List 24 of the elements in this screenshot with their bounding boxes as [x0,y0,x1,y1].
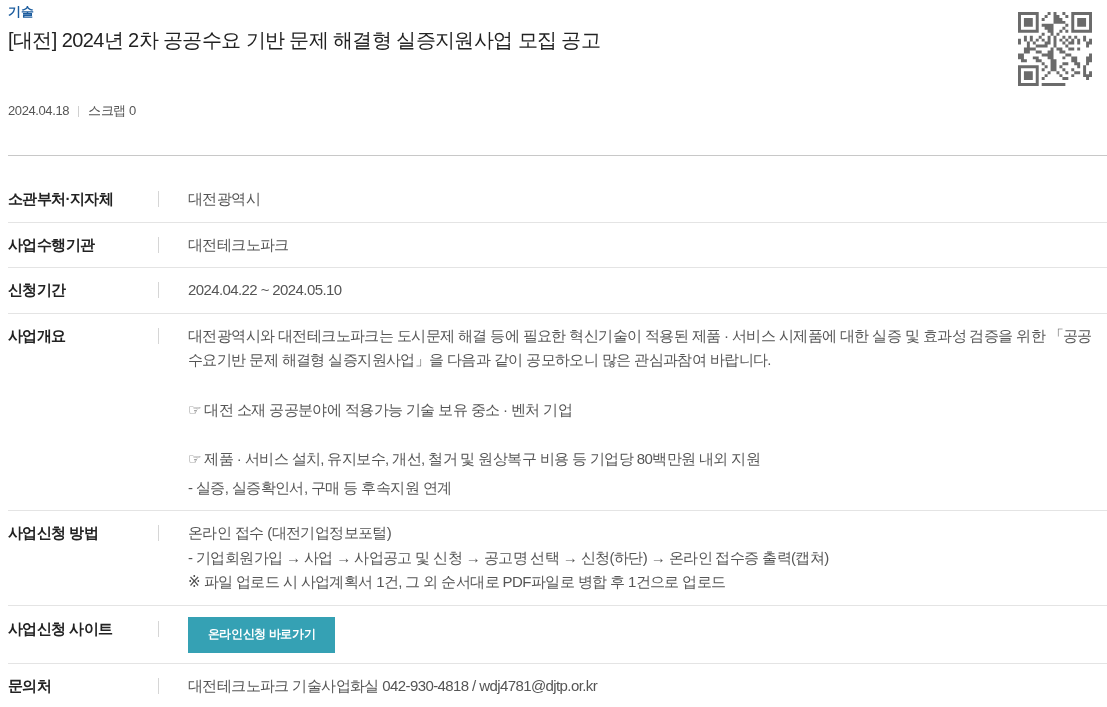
category-label: 기술 [8,4,34,20]
field-label: 사업개요 [8,325,67,346]
field-label: 문의처 [8,675,53,696]
field-label: 사업신청 방법 [8,523,99,543]
field-label: 소관부처·지자체 [8,189,115,209]
field-value: 대전광역시와 대전테크노파크는 도시문제 해결 등에 필요한 혁신기술이 적용된 제품 · 서비스 시제품에 대한 실증 및 효과성 검증을 위한 「공공수요기반 문제 해결형 실증지원사업」을 다음과 같이 공모하오니 많은 관심과참여 바랍니다. [188,325,1093,370]
field-value: - 기업회원가입 → 사업 → 사업공고 및 신청 → 공고명 선택 → 신청(하단) → 온라인 접수증 출력(캡쳐) [188,547,830,568]
field-value: ☞ 대전 소재 공공분야에 적용가능 기술 보유 중소 · 벤처 기업 [188,399,574,420]
scrap-count: 스크랩 0 [88,102,136,120]
field-label: 사업수행기관 [8,234,96,255]
notice-title: [대전] 2024년 2차 공공수요 기반 문제 해결형 실증지원사업 모집 공고 [8,28,601,53]
field-value: 대전테크노파크 기술사업화실 042-930-4818 / wdj4781@djtp.or.kr [188,675,599,696]
field-value: 온라인 접수 (대전기업정보포털) [188,523,393,543]
field-label: 신청기간 [8,280,67,300]
qr-code-icon [1018,12,1092,86]
field-value: 2024.04.22 ~ 2024.05.10 [188,280,343,300]
field-value: 대전광역시 [188,189,261,209]
field-label: 사업신청 사이트 [8,618,114,639]
apply-online-button[interactable]: 온라인신청 바로가기 [188,616,335,653]
post-date: 2024.04.18 [8,102,70,120]
field-value: 대전테크노파크 [188,234,290,255]
field-value: ※ 파일 업로드 시 사업계획서 1건, 그 외 순서대로 PDF파일로 병합 후 1건으로 업로드 [188,572,727,592]
field-value: ☞ 제품 · 서비스 설치, 유지보수, 개선, 철거 및 원상복구 비용 등 기업당 80백만원 내외 지원 [188,449,762,469]
field-value: - 실증, 실증확인서, 구매 등 후속지원 연계 [188,477,453,498]
